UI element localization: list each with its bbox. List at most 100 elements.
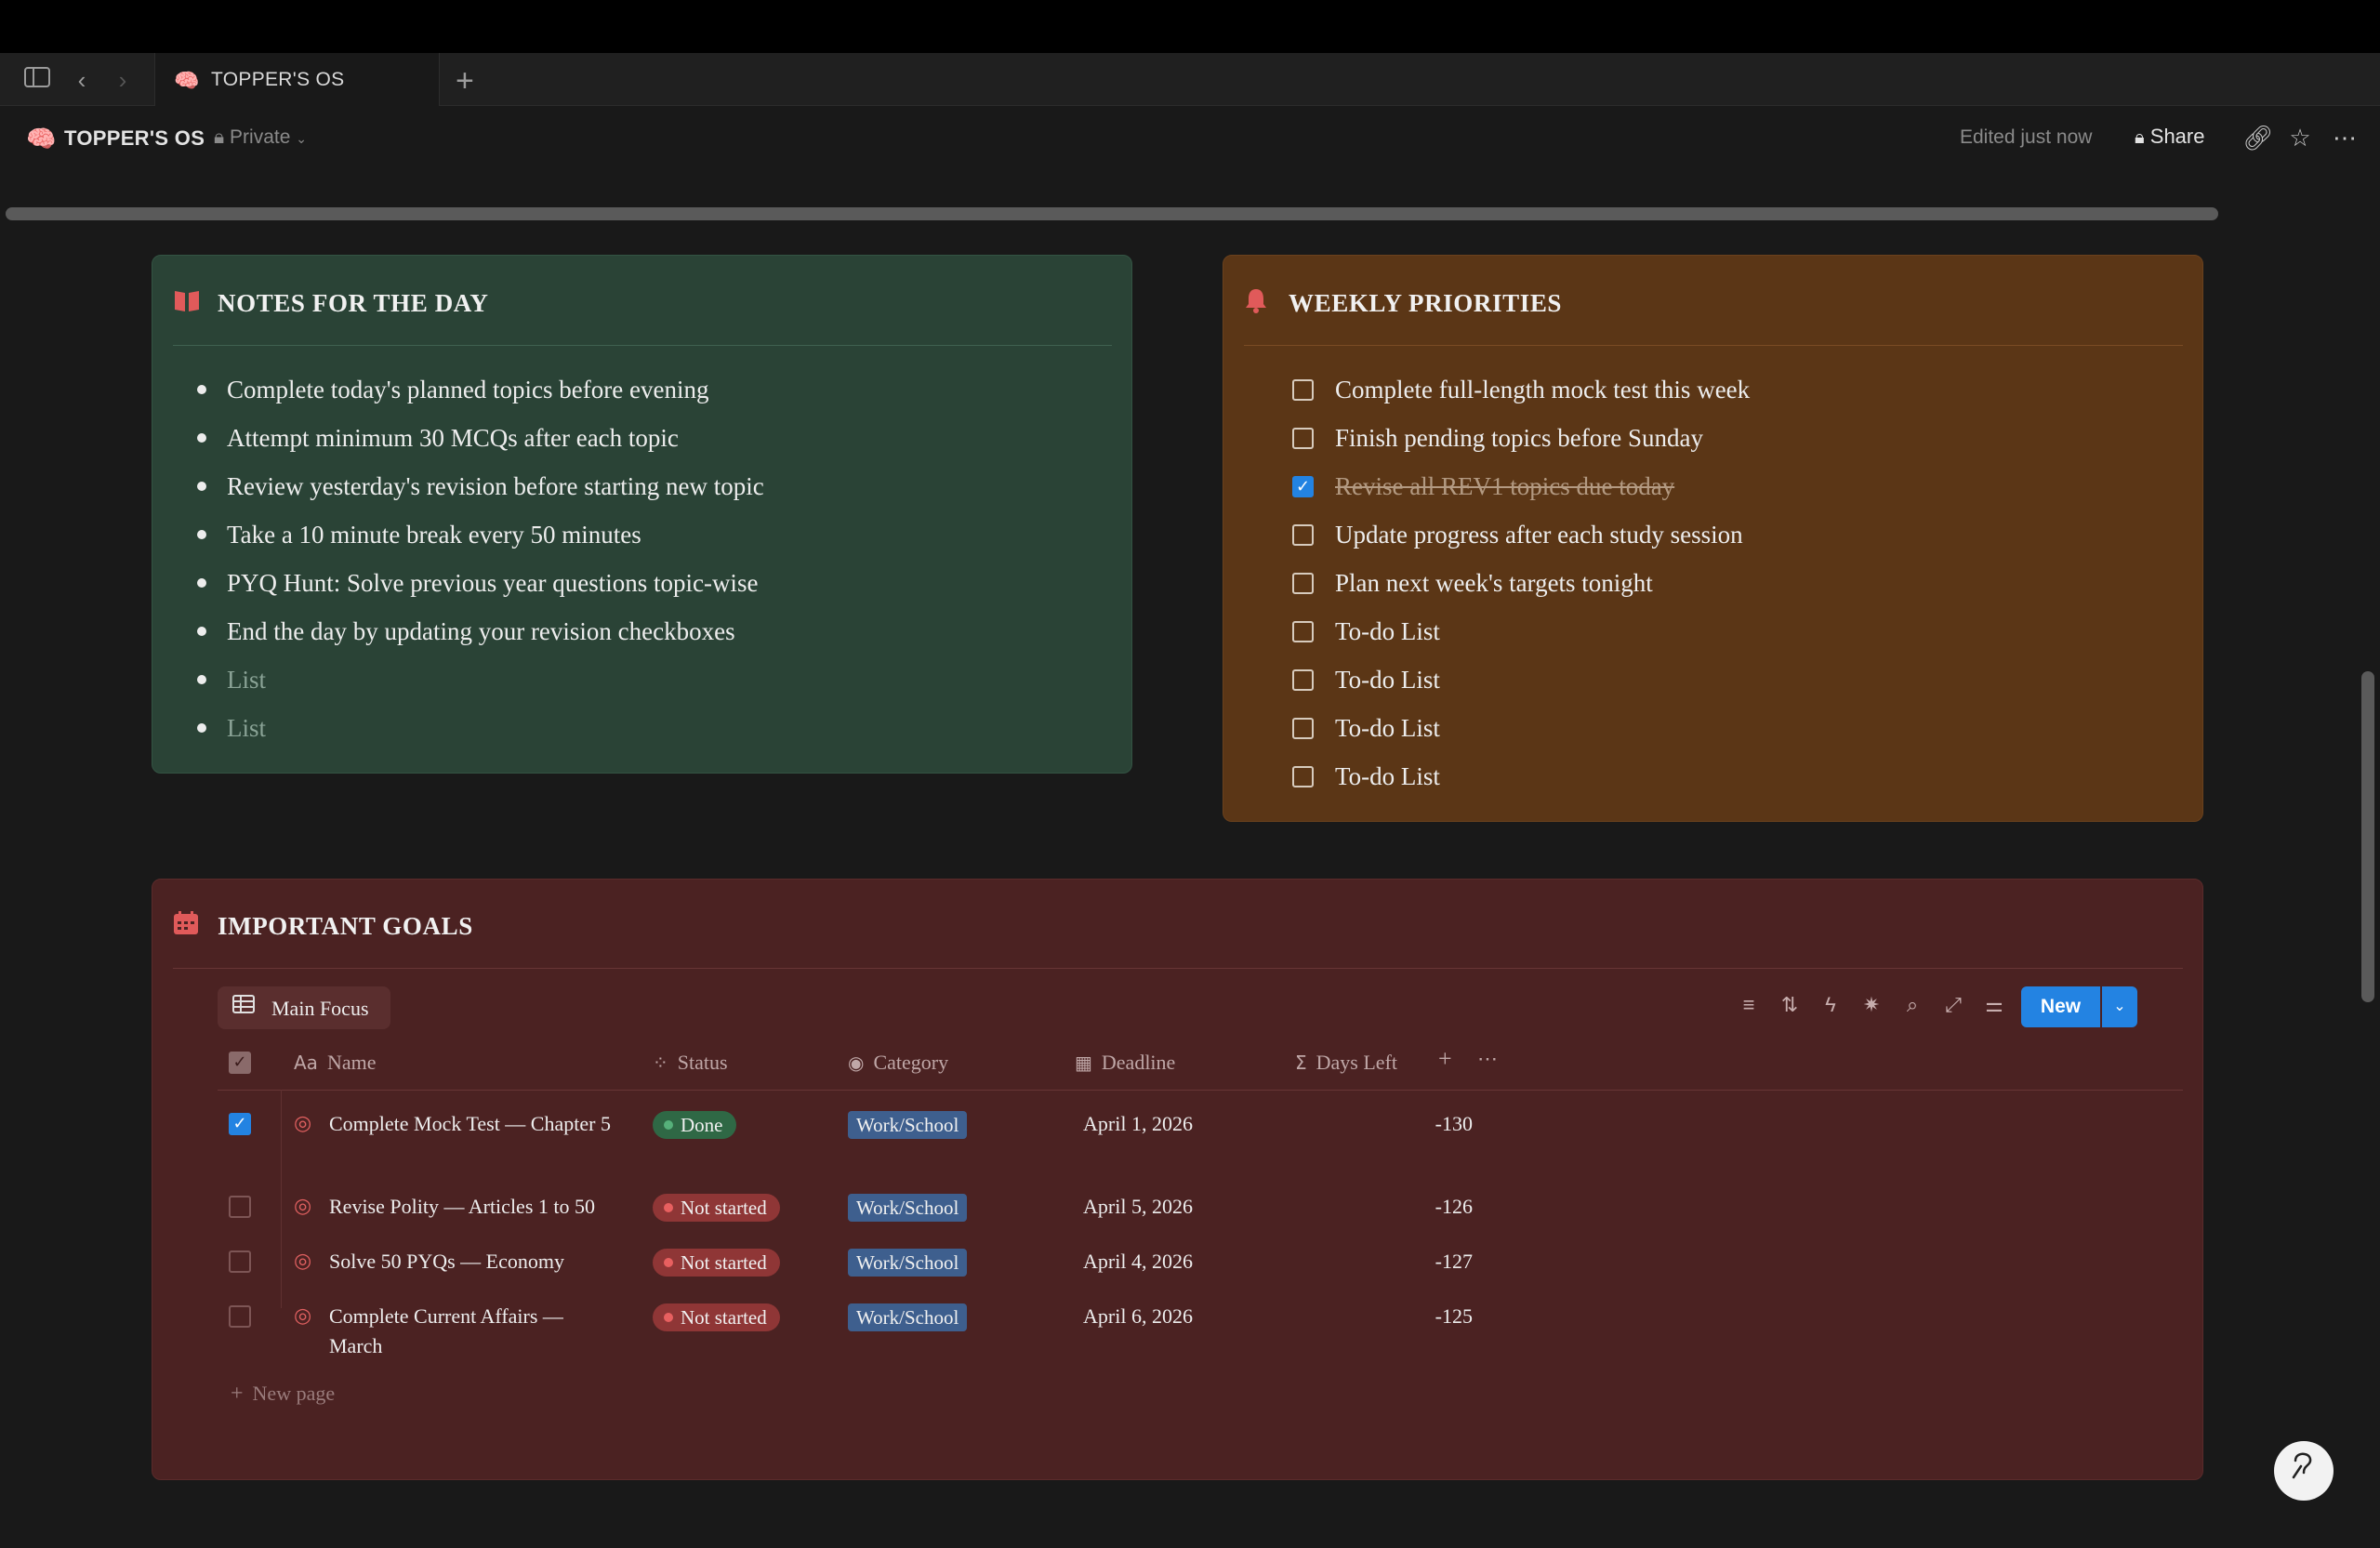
deadline-date[interactable]: April 1, 2026 xyxy=(1083,1109,1193,1139)
status-badge[interactable]: Not started xyxy=(653,1303,780,1331)
forward-icon[interactable]: › xyxy=(108,65,138,95)
todo-item[interactable]: To-do List xyxy=(1292,709,1750,758)
status-label: Not started xyxy=(681,1306,767,1329)
bell-icon xyxy=(1244,287,1268,320)
todo-item[interactable]: Update progress after each study session xyxy=(1292,516,1750,564)
column-header-category[interactable]: ◉ Category xyxy=(848,1051,948,1075)
todo-checkbox[interactable] xyxy=(1292,524,1314,546)
status-dot xyxy=(664,1258,673,1267)
list-item-placeholder[interactable]: List xyxy=(197,661,764,709)
status-badge[interactable]: Done xyxy=(653,1111,736,1139)
row-checkbox-checked[interactable]: ✓ xyxy=(229,1113,251,1135)
todo-checkbox[interactable] xyxy=(1292,718,1314,739)
column-header-status[interactable]: ⁘ Status xyxy=(653,1051,728,1075)
todo-checkbox[interactable] xyxy=(1292,621,1314,642)
todo-checkbox[interactable] xyxy=(1292,428,1314,449)
target-icon: ◎ xyxy=(294,1303,312,1327)
deadline-date[interactable]: April 4, 2026 xyxy=(1083,1247,1193,1277)
list-item[interactable]: End the day by updating your revision ch… xyxy=(197,613,764,661)
todo-item[interactable]: Finish pending topics before Sunday xyxy=(1292,419,1750,468)
category-tag[interactable]: Work/School xyxy=(848,1303,968,1331)
row-checkbox[interactable] xyxy=(229,1250,251,1273)
important-goals-card: IMPORTANT GOALS Main Focus ≡ ⇅ ϟ ✷ ⌕ ⤢ ⚌… xyxy=(152,879,2203,1480)
star-icon[interactable]: ☆ xyxy=(2285,123,2315,152)
share-button[interactable]: 🔒︎ Share xyxy=(2135,125,2204,149)
table-icon xyxy=(232,995,255,1019)
column-header-name[interactable]: Aa Name xyxy=(294,1051,376,1075)
todo-checkbox-checked[interactable]: ✓ xyxy=(1292,476,1314,497)
formula-icon: Σ xyxy=(1295,1052,1307,1074)
todo-checkbox[interactable] xyxy=(1292,573,1314,594)
expand-icon[interactable]: ⤢ xyxy=(1938,993,1968,1017)
privacy-dropdown[interactable]: 🔒︎ Private ⌄ xyxy=(214,126,307,149)
todo-item[interactable]: To-do List xyxy=(1292,661,1750,709)
deadline-date[interactable]: April 5, 2026 xyxy=(1083,1192,1193,1222)
weekly-title: WEEKLY PRIORITIES xyxy=(1289,289,1563,317)
tab-toppers-os[interactable]: 🧠 TOPPER'S OS xyxy=(154,53,440,106)
more-icon[interactable]: ⋯ xyxy=(2330,123,2360,152)
sort-icon[interactable]: ⇅ xyxy=(1775,993,1805,1017)
category-tag[interactable]: Work/School xyxy=(848,1111,968,1139)
list-item[interactable]: Attempt minimum 30 MCQs after each topic xyxy=(197,419,764,468)
days-left-value: -125 xyxy=(1435,1304,1473,1328)
list-item[interactable]: Review yesterday's revision before start… xyxy=(197,468,764,516)
ai-sparkle-icon[interactable]: ✷ xyxy=(1857,993,1886,1017)
category-tag[interactable]: Work/School xyxy=(848,1194,968,1222)
view-label: Main Focus xyxy=(271,997,369,1020)
goal-name[interactable]: Complete Current Affairs — March xyxy=(329,1302,617,1361)
todo-checkbox[interactable] xyxy=(1292,766,1314,787)
todo-item[interactable]: Plan next week's targets tonight xyxy=(1292,564,1750,613)
todo-checkbox[interactable] xyxy=(1292,379,1314,401)
todo-item-done[interactable]: ✓ Revise all REV1 topics due today xyxy=(1292,468,1750,516)
filter-icon[interactable]: ≡ xyxy=(1734,993,1764,1017)
search-icon[interactable]: ⌕ xyxy=(1897,993,1927,1017)
back-icon[interactable]: ‹ xyxy=(67,65,97,95)
horizontal-scrollbar[interactable] xyxy=(6,207,2218,220)
new-tab-button[interactable]: + xyxy=(456,63,474,99)
divider xyxy=(173,345,1112,346)
link-icon[interactable]: 🔗︎ xyxy=(2242,123,2273,152)
row-checkbox[interactable] xyxy=(229,1305,251,1328)
settings-sliders-icon[interactable]: ⚌ xyxy=(1979,993,2009,1017)
todo-item[interactable]: To-do List xyxy=(1292,613,1750,661)
list-item-placeholder[interactable]: List xyxy=(197,709,764,758)
row-checkbox[interactable] xyxy=(229,1196,251,1218)
brain-icon: 🧠 xyxy=(174,69,200,92)
column-label: Days Left xyxy=(1316,1051,1397,1074)
todo-item[interactable]: Complete full-length mock test this week xyxy=(1292,371,1750,419)
new-record-button[interactable]: New xyxy=(2021,986,2100,1027)
sidebar-toggle-icon[interactable] xyxy=(22,65,52,95)
divider xyxy=(1244,345,2183,346)
goal-name[interactable]: Solve 50 PYQs — Economy xyxy=(329,1247,617,1277)
goal-name[interactable]: Complete Mock Test — Chapter 5 xyxy=(329,1109,617,1139)
view-tab-main-focus[interactable]: Main Focus xyxy=(218,986,390,1029)
deadline-date[interactable]: April 6, 2026 xyxy=(1083,1302,1193,1331)
status-dot xyxy=(664,1120,673,1130)
select-all-checkbox[interactable]: ✓ xyxy=(229,1049,251,1074)
todo-checkbox[interactable] xyxy=(1292,669,1314,691)
column-header-days-left[interactable]: Σ Days Left xyxy=(1295,1051,1397,1075)
list-item[interactable]: PYQ Hunt: Solve previous year questions … xyxy=(197,564,764,613)
status-icon: ⁘ xyxy=(653,1052,668,1074)
todo-label: Plan next week's targets tonight xyxy=(1335,569,1653,597)
category-tag[interactable]: Work/School xyxy=(848,1249,968,1277)
automation-icon[interactable]: ϟ xyxy=(1816,993,1845,1017)
column-header-deadline[interactable]: ▦ Deadline xyxy=(1075,1051,1175,1075)
status-badge[interactable]: Not started xyxy=(653,1194,780,1222)
goal-name[interactable]: Revise Polity — Articles 1 to 50 xyxy=(329,1192,617,1222)
status-badge[interactable]: Not started xyxy=(653,1249,780,1277)
add-column-icon[interactable]: + xyxy=(1438,1045,1452,1073)
vertical-scrollbar[interactable] xyxy=(2361,671,2374,1002)
new-page-button[interactable]: + New page xyxy=(231,1382,335,1407)
list-item-text: PYQ Hunt: Solve previous year questions … xyxy=(227,569,759,597)
brain-icon: 🧠 xyxy=(26,125,57,152)
todo-item[interactable]: To-do List xyxy=(1292,758,1750,806)
list-item[interactable]: Complete today's planned topics before e… xyxy=(197,371,764,419)
breadcrumb-page-title[interactable]: TOPPER'S OS xyxy=(64,126,205,151)
more-columns-icon[interactable]: ⋯ xyxy=(1477,1047,1498,1071)
column-label: Deadline xyxy=(1101,1051,1176,1074)
list-item[interactable]: Take a 10 minute break every 50 minutes xyxy=(197,516,764,564)
todo-label: Complete full-length mock test this week xyxy=(1335,376,1751,404)
chevron-down-icon[interactable]: ⌄ xyxy=(2102,986,2137,1027)
help-icon[interactable] xyxy=(2274,1441,2334,1501)
